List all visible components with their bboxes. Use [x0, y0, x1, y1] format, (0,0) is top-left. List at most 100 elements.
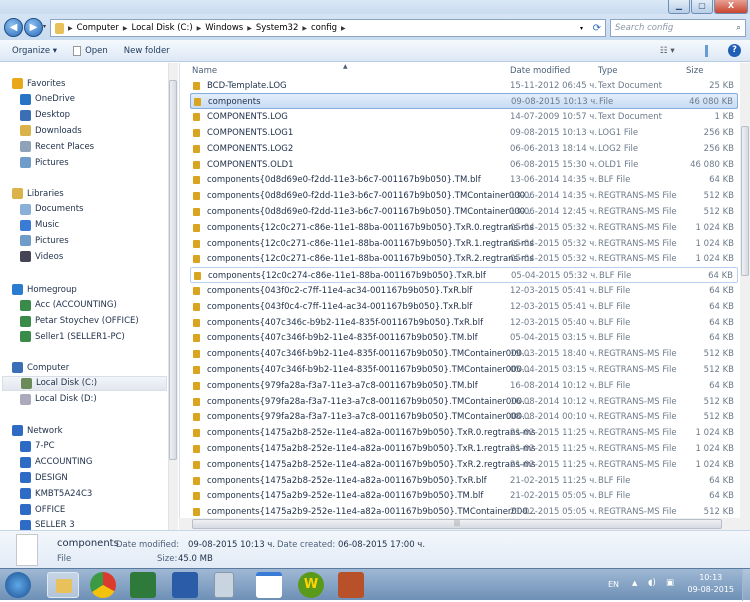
breadcrumb-system32[interactable]: System32 [256, 23, 299, 33]
nav-item-music[interactable]: Music [20, 218, 59, 233]
show-hidden-icons[interactable]: ▲ [632, 579, 637, 587]
file-row[interactable]: COMPONENTS.LOG2 06-06-2013 18:14 ч. LOG2 F… [190, 141, 738, 157]
column-type[interactable]: Type [598, 66, 618, 76]
file-row[interactable]: components{407c346f-b9b2-11e4-835f-00116… [190, 330, 738, 346]
taskbar-word[interactable] [172, 572, 198, 598]
nav-item-office[interactable]: OFFICE [20, 502, 65, 517]
nav-item-videos[interactable]: Videos [20, 249, 63, 264]
file-row[interactable]: components{043f0c4-c7ff-11e4-ac34-001167… [190, 299, 738, 315]
file-row[interactable]: components{407c346c-b9b2-11e4-835f-00116… [190, 315, 738, 331]
file-size: 512 KB [703, 206, 734, 217]
file-row[interactable]: components 09-08-2015 10:13 ч. File 46 080 … [190, 93, 738, 110]
nav-item-pictures[interactable]: Pictures [20, 233, 69, 248]
file-row[interactable]: components{1475a2b8-252e-11e4-a82a-00116… [190, 457, 738, 473]
file-row[interactable]: components{043f0c2-c7ff-11e4-ac34-001167… [190, 283, 738, 299]
file-row[interactable]: components{1475a2b8-252e-11e4-a82a-00116… [190, 441, 738, 457]
nav-item-documents[interactable]: Documents [20, 202, 83, 217]
file-row[interactable]: components{12c0c271-c86e-11e1-88ba-00116… [190, 251, 738, 267]
nav-group-libraries[interactable]: Libraries [12, 186, 64, 201]
horizontal-scrollbar-thumb[interactable]: ||| [192, 519, 722, 529]
help-icon[interactable]: ? [728, 44, 741, 57]
nav-item-accounting[interactable]: ACCOUNTING [20, 455, 92, 470]
taskbar-truck-app[interactable] [338, 572, 364, 598]
taskbar-chrome[interactable] [90, 572, 116, 598]
network-icon[interactable]: ▣ [666, 578, 674, 588]
search-icon[interactable]: ⌕ [736, 23, 741, 33]
breadcrumb-windows[interactable]: Windows [205, 23, 243, 33]
address-dropdown-icon[interactable]: ▾ [580, 25, 583, 32]
nav-item-local-disk-d[interactable]: Local Disk (D:) [20, 392, 97, 407]
file-row[interactable]: components{979fa28a-f3a7-11e3-a7c8-00116… [190, 394, 738, 410]
nav-group-network[interactable]: Network [12, 423, 63, 438]
nav-scrollbar-thumb[interactable] [169, 80, 177, 460]
file-row[interactable]: components{1475a2b8-252e-11e4-a82a-00116… [190, 473, 738, 489]
volume-icon[interactable]: ◖) [648, 578, 656, 588]
file-row[interactable]: components{1475a2b9-252e-11e4-a82a-00116… [190, 504, 738, 518]
refresh-icon[interactable]: ⟳ [593, 23, 601, 34]
clock[interactable]: 10:13 09-08-2015 [688, 572, 735, 596]
start-button[interactable] [5, 572, 31, 598]
show-desktop-button[interactable] [742, 569, 750, 601]
file-row[interactable]: components{0d8d69e0-f2dd-11e3-b6c7-00116… [190, 204, 738, 220]
taskbar-explorer[interactable] [47, 572, 79, 598]
new-folder-button[interactable]: New folder [124, 46, 170, 56]
file-row[interactable]: BCD-Template.LOG 15-11-2012 06:45 ч. Text … [190, 78, 738, 94]
file-row[interactable]: components{0d8d69e0-f2dd-11e3-b6c7-00116… [190, 172, 738, 188]
file-row[interactable]: components{407c346f-b9b2-11e4-835f-00116… [190, 346, 738, 362]
column-date-modified[interactable]: Date modified [510, 66, 570, 76]
nav-item-local-disk-c[interactable]: Local Disk (C:) [2, 375, 167, 391]
vertical-scrollbar-thumb[interactable] [741, 126, 749, 276]
nav-item-seller-3[interactable]: SELLER 3 [20, 518, 75, 530]
column-size[interactable]: Size [686, 66, 703, 76]
breadcrumb-computer[interactable]: Computer [77, 23, 119, 33]
nav-item-acc-accounting[interactable]: Acc (ACCOUNTING) [20, 298, 117, 313]
file-icon [16, 534, 38, 566]
minimize-button[interactable]: ▁ [668, 0, 690, 14]
maximize-button[interactable]: ▢ [691, 0, 713, 14]
file-row[interactable]: COMPONENTS.LOG 14-07-2009 10:57 ч. Text Do… [190, 109, 738, 125]
forward-button[interactable]: ▶ [24, 18, 43, 37]
title-bar[interactable]: ▁ ▢ X [0, 0, 750, 14]
view-options-icon[interactable]: ☷ ▾ [660, 46, 675, 56]
taskbar-calculator[interactable] [214, 572, 234, 598]
nav-item-seller1-seller1-pc[interactable]: Seller1 (SELLER1-PC) [20, 329, 125, 344]
nav-item-petar-stoychev-office[interactable]: Petar Stoychev (OFFICE) [20, 314, 139, 329]
nav-item-onedrive[interactable]: OneDrive [20, 92, 75, 107]
file-row[interactable]: components{979fa28a-f3a7-11e3-a7c8-00116… [190, 409, 738, 425]
nav-item-7-pc[interactable]: 7-PC [20, 439, 55, 454]
back-button[interactable]: ◀ [4, 18, 23, 37]
organize-button[interactable]: Organize ▾ [12, 46, 57, 56]
taskbar-window[interactable] [256, 572, 282, 598]
file-row[interactable]: components{12c0c271-c86e-11e1-88ba-00116… [190, 236, 738, 252]
close-button[interactable]: X [714, 0, 748, 14]
recent-pages-dropdown[interactable]: ▾ [43, 23, 46, 30]
nav-group-homegroup[interactable]: Homegroup [12, 282, 77, 297]
file-row[interactable]: components{979fa28a-f3a7-11e3-a7c8-00116… [190, 378, 738, 394]
nav-group-computer[interactable]: Computer [12, 360, 69, 375]
address-bar[interactable]: ▶ Computer ▶ Local Disk (C:) ▶ Windows ▶ Sy… [50, 19, 606, 37]
file-row[interactable]: components{1475a2b9-252e-11e4-a82a-00116… [190, 488, 738, 504]
nav-item-pictures[interactable]: Pictures [20, 155, 69, 170]
preview-pane-icon[interactable] [705, 44, 708, 57]
search-input[interactable]: Search config ⌕ [610, 19, 746, 37]
file-row[interactable]: COMPONENTS.LOG1 09-08-2015 10:13 ч. LOG1 F… [190, 125, 738, 141]
file-row[interactable]: components{0d8d69e0-f2dd-11e3-b6c7-00116… [190, 188, 738, 204]
open-button[interactable]: Open [73, 45, 108, 56]
nav-item-design[interactable]: DESIGN [20, 470, 68, 485]
nav-item-kmbt5a24c3[interactable]: KMBT5A24C3 [20, 486, 92, 501]
nav-group-favorites[interactable]: Favorites [12, 76, 65, 91]
breadcrumb-config[interactable]: config [311, 23, 337, 33]
taskbar-w-app[interactable]: W [298, 572, 324, 598]
file-row[interactable]: components{12c0c274-c86e-11e1-88ba-00116… [190, 267, 738, 283]
language-indicator[interactable]: EN [608, 580, 619, 589]
taskbar-excel[interactable] [130, 572, 156, 598]
file-row[interactable]: COMPONENTS.OLD1 06-08-2015 15:30 ч. OLD1 F… [190, 157, 738, 173]
file-row[interactable]: components{1475a2b8-252e-11e4-a82a-00116… [190, 425, 738, 441]
file-row[interactable]: components{407c346f-b9b2-11e4-835f-00116… [190, 362, 738, 378]
nav-item-recent-places[interactable]: Recent Places [20, 139, 94, 154]
column-name[interactable]: Name [192, 66, 217, 76]
breadcrumb-local-disk-c[interactable]: Local Disk (C:) [132, 23, 193, 33]
nav-item-desktop[interactable]: Desktop [20, 108, 70, 123]
file-row[interactable]: components{12c0c271-c86e-11e1-88ba-00116… [190, 220, 738, 236]
nav-item-downloads[interactable]: Downloads [20, 123, 82, 138]
